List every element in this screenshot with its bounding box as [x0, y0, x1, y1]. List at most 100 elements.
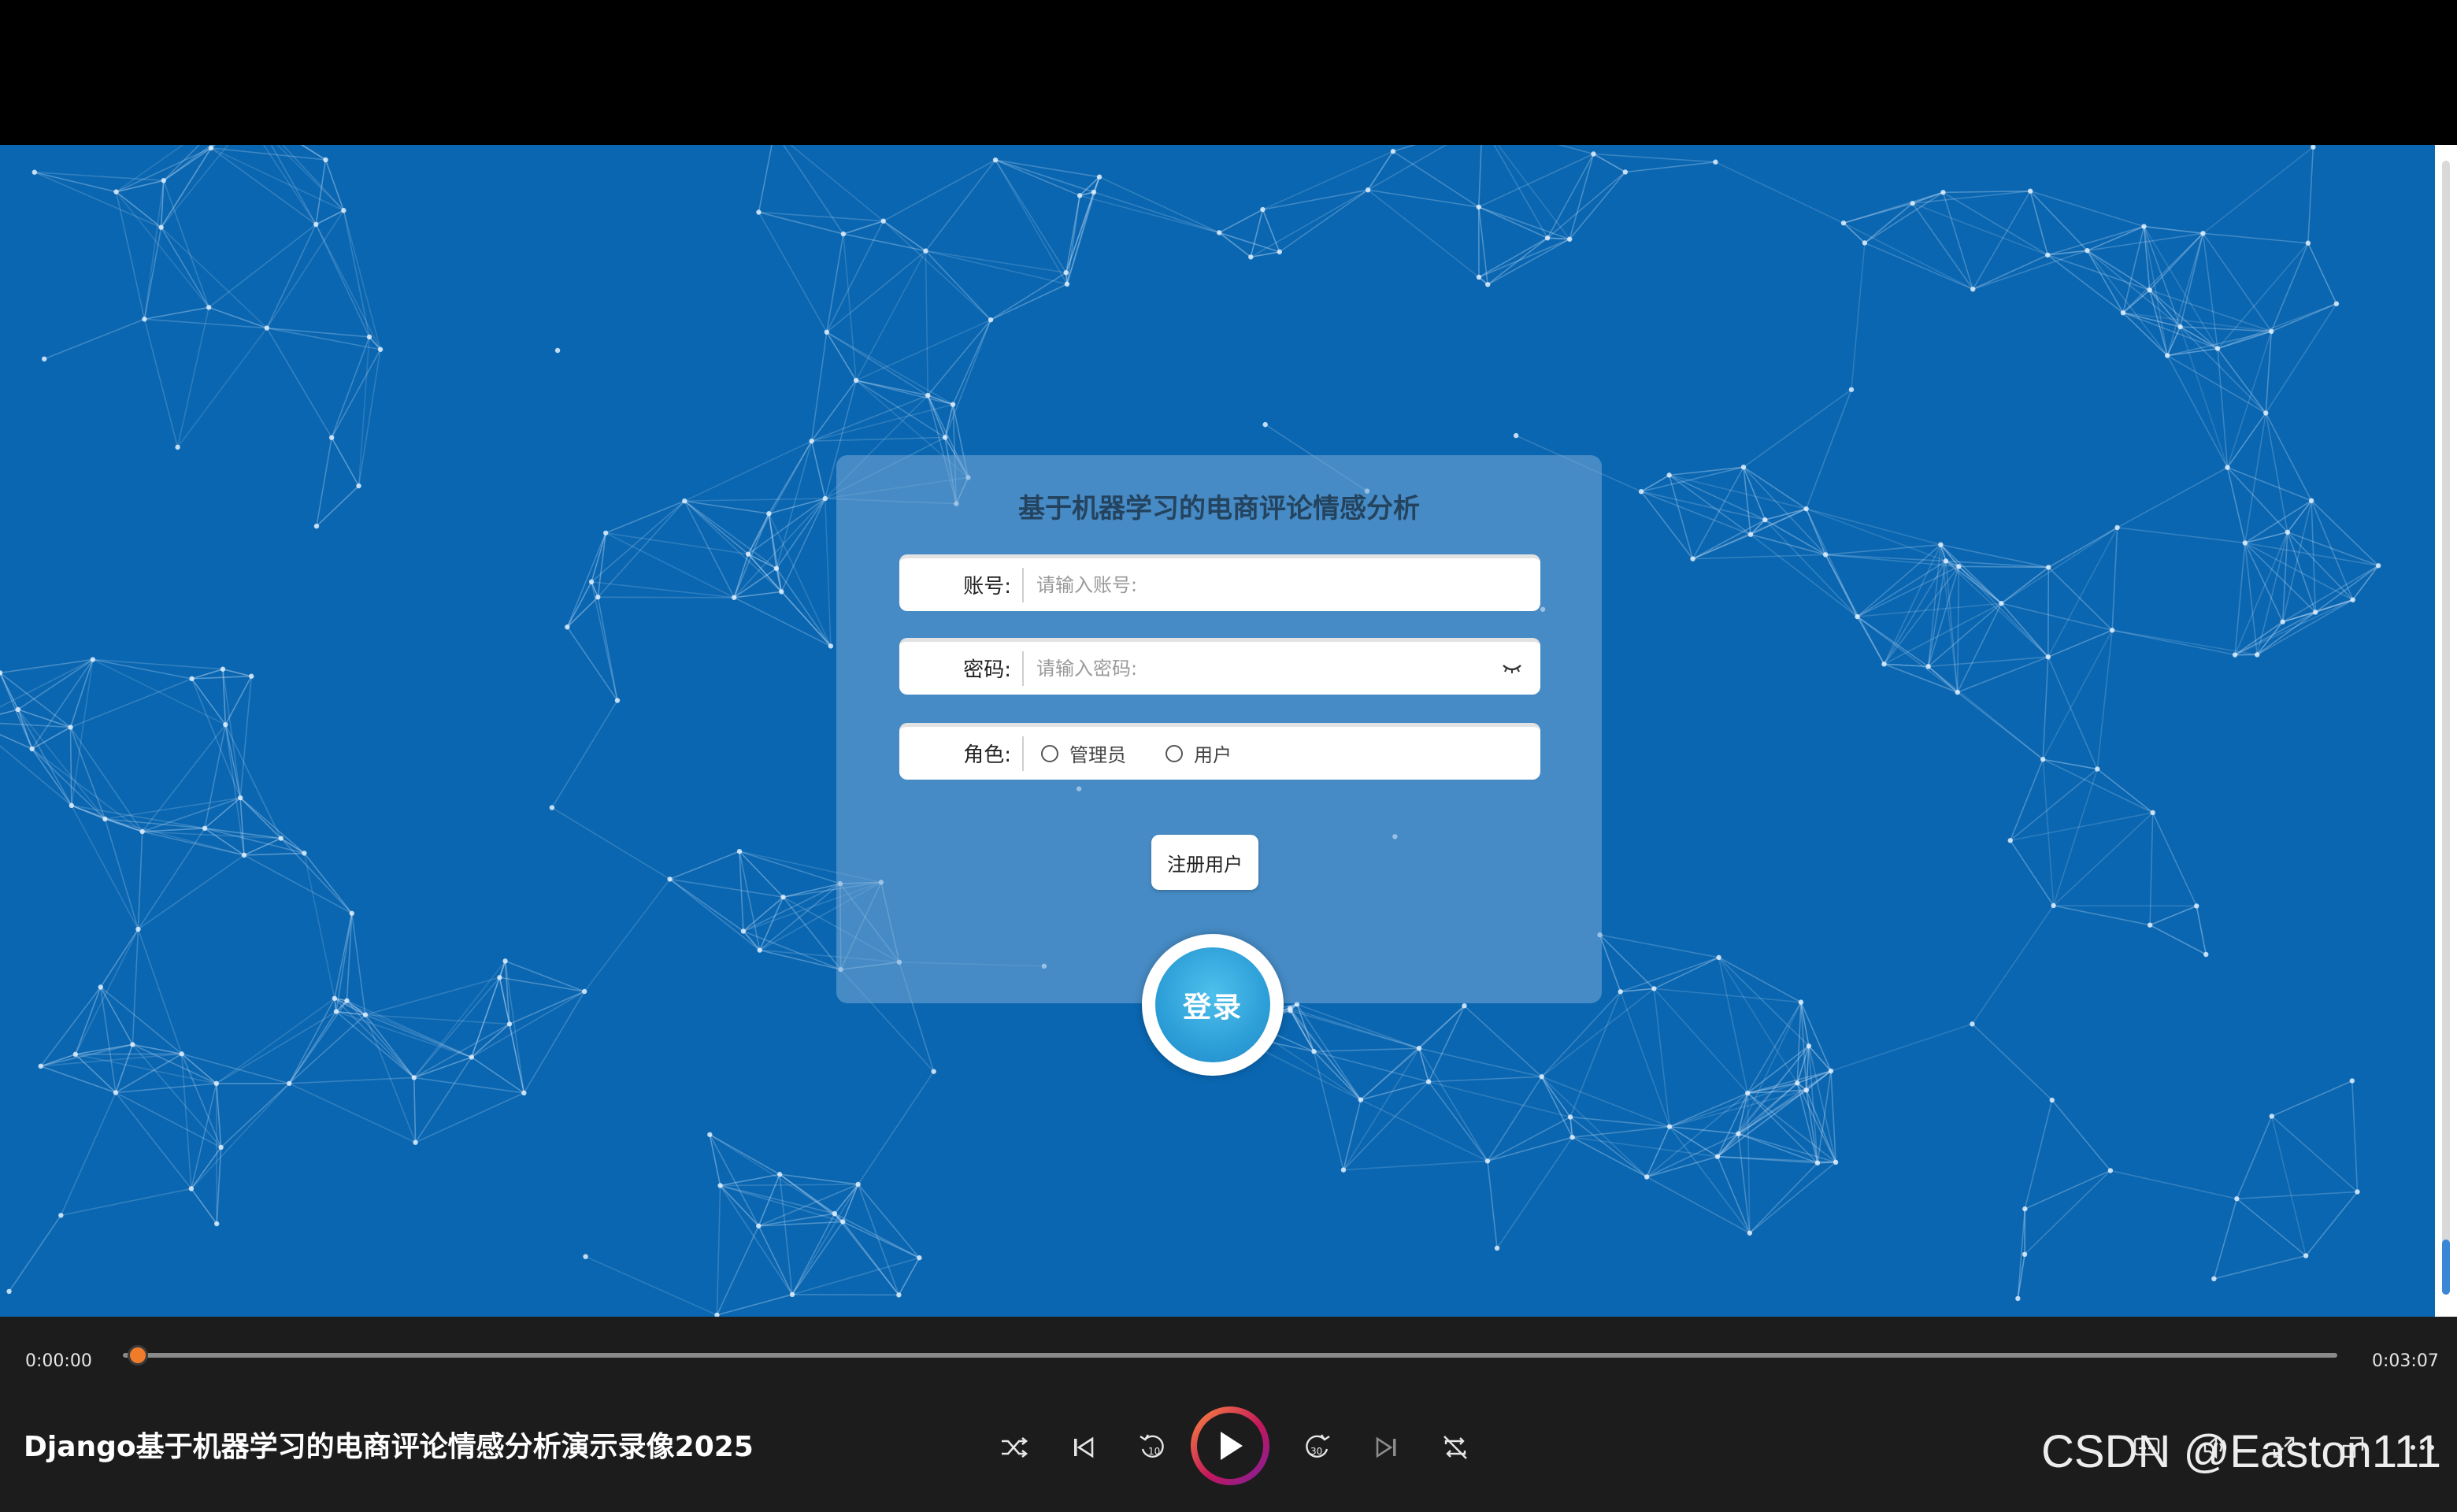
network-node	[2349, 1078, 2355, 1084]
network-line	[161, 145, 229, 228]
network-node	[602, 530, 609, 536]
network-line	[995, 159, 1067, 273]
progress-knob[interactable]	[128, 1345, 148, 1366]
network-line	[826, 332, 857, 381]
network-node	[237, 795, 243, 801]
network-node	[581, 988, 587, 995]
network-line	[509, 991, 585, 1025]
network-line	[995, 159, 1100, 178]
network-line	[1572, 1136, 1647, 1178]
network-line	[1843, 202, 1913, 224]
next-icon[interactable]	[1367, 1429, 1405, 1466]
network-line	[1218, 232, 1280, 253]
network-line	[132, 1043, 222, 1148]
network-line	[1669, 474, 1766, 521]
login-button[interactable]: 登录	[1142, 934, 1284, 1076]
network-node	[413, 1140, 418, 1145]
network-line	[222, 669, 241, 799]
register-user-button[interactable]: 注册用户	[1151, 835, 1258, 890]
network-line	[566, 596, 598, 628]
network-node	[756, 209, 762, 215]
network-line	[1367, 145, 1447, 191]
network-line	[276, 145, 344, 211]
network-line	[2051, 1099, 2111, 1171]
play-button[interactable]	[1191, 1406, 1269, 1485]
role-option-admin[interactable]: 管理员	[1041, 739, 1126, 767]
vertical-scrollbar[interactable]	[2435, 145, 2457, 1317]
network-line	[69, 727, 72, 806]
network-node	[2051, 902, 2056, 909]
network-node	[302, 850, 307, 856]
network-line	[266, 327, 381, 350]
network-node	[1970, 286, 1976, 292]
network-node	[776, 1172, 783, 1177]
network-line	[2149, 905, 2197, 926]
app-window: 基于机器学习的电商评论情感分析 账号: 密码:	[0, 0, 2457, 1512]
eye-closed-icon[interactable]	[1496, 657, 1528, 680]
network-node	[682, 498, 687, 504]
network-line	[1806, 508, 1941, 546]
network-node	[925, 392, 931, 398]
play-icon	[1197, 1413, 1263, 1479]
progress-bar[interactable]	[123, 1353, 2337, 1358]
network-line	[471, 1056, 524, 1094]
network-node	[707, 1132, 713, 1137]
network-node	[1277, 249, 1283, 255]
network-line	[208, 224, 317, 308]
svg-text:10: 10	[1148, 1446, 1160, 1457]
radio-button[interactable]	[1166, 744, 1183, 762]
network-node	[789, 1292, 795, 1298]
network-node	[773, 565, 780, 572]
network-node	[241, 852, 247, 858]
network-node	[2040, 757, 2046, 762]
network-node	[213, 1080, 220, 1087]
account-input[interactable]	[1024, 561, 1540, 609]
repeat-off-icon[interactable]	[1436, 1429, 1474, 1466]
network-line	[782, 145, 844, 235]
radio-button[interactable]	[1041, 744, 1058, 762]
forward-30-icon[interactable]: 30	[1298, 1429, 1336, 1466]
network-line	[1392, 150, 1480, 208]
network-line	[1547, 154, 1595, 239]
network-node	[1740, 464, 1747, 470]
network-node	[218, 1144, 224, 1151]
network-line	[1715, 161, 1844, 224]
network-node	[822, 495, 828, 502]
network-node	[32, 169, 38, 175]
rewind-10-icon[interactable]: 10	[1134, 1429, 1172, 1466]
network-line	[990, 272, 1067, 321]
previous-icon[interactable]	[1065, 1429, 1102, 1466]
role-option-user[interactable]: 用户	[1166, 739, 1232, 767]
password-input[interactable]	[1024, 644, 1496, 692]
network-line	[2234, 543, 2246, 655]
network-node	[1666, 1124, 1673, 1129]
network-line	[1343, 1099, 1362, 1170]
network-line	[365, 1014, 417, 1143]
network-line	[1912, 202, 2048, 256]
network-node	[313, 523, 320, 529]
network-line	[104, 818, 139, 930]
network-line	[2010, 758, 2044, 841]
network-node	[1955, 689, 1960, 695]
login-title: 基于机器学习的电商评论情感分析	[1018, 493, 1420, 524]
role-field-row: 角色: 管理员 用户	[899, 723, 1540, 780]
network-node	[2049, 1097, 2055, 1103]
network-line	[1487, 1116, 1571, 1162]
network-line	[2096, 768, 2154, 813]
network-node	[1803, 1088, 1810, 1093]
network-node	[179, 1051, 184, 1057]
shuffle-icon[interactable]	[995, 1429, 1033, 1466]
network-line	[2086, 250, 2168, 357]
network-line	[1368, 189, 1479, 208]
video-viewport[interactable]: 基于机器学习的电商评论情感分析 账号: 密码:	[0, 145, 2435, 1317]
network-node	[1260, 206, 1266, 213]
network-line	[2244, 543, 2259, 655]
network-line	[2226, 467, 2288, 533]
scrollbar-thumb[interactable]	[2442, 1240, 2450, 1295]
svg-text:30: 30	[1310, 1446, 1322, 1457]
network-line	[1669, 474, 1751, 536]
network-line	[2281, 532, 2288, 622]
network-line	[1640, 466, 1744, 492]
network-node	[1476, 274, 1482, 280]
network-line	[2149, 812, 2154, 925]
